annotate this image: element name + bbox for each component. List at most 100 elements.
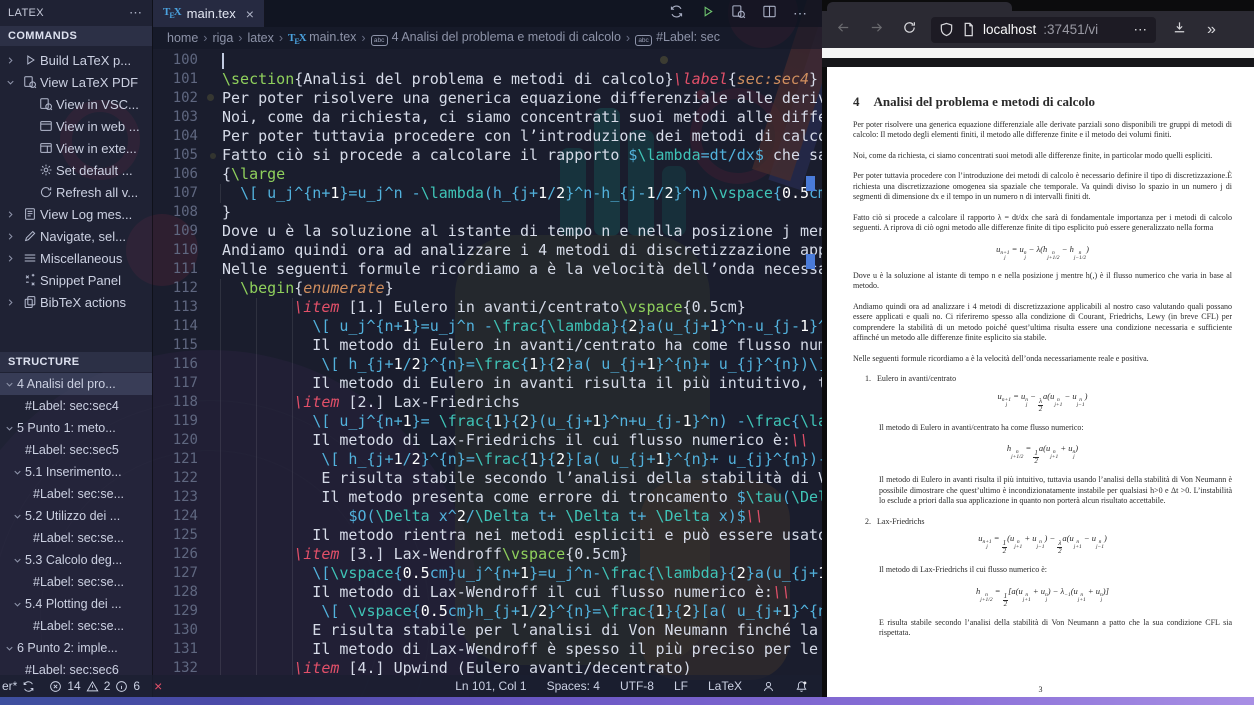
chevron-down-icon[interactable]	[2, 77, 19, 88]
sync-recipe-icon[interactable]	[669, 4, 684, 24]
code-line-120[interactable]: 120 Il metodo di Lax-Friedrichs il cui f…	[153, 431, 822, 450]
code-line-101[interactable]: 101 \section{Analisi del problema e metod…	[153, 70, 822, 89]
code-line-131[interactable]: 131 Il metodo di Lax-Wendroff è spesso i…	[153, 640, 822, 659]
structure-item-5-4-plotting-dei[interactable]: 5.4 Plotting dei ...	[0, 593, 152, 615]
code-line-121[interactable]: 121 \[ h_{j+1/2}^{n}=\frac{1}{2}[a( u_{j…	[153, 450, 822, 469]
sidebar-command-build-latex-p[interactable]: Build LaTeX p...	[0, 49, 152, 71]
code-line-100[interactable]: 100	[153, 51, 822, 70]
tab-main-tex[interactable]: TEX main.tex ×	[153, 0, 265, 27]
tab-close-icon[interactable]: ×	[246, 6, 254, 22]
code-line-123[interactable]: 123 Il metodo presenta come errore di tr…	[153, 488, 822, 507]
forward-icon[interactable]	[869, 20, 884, 40]
sidebar-command-view-in-web[interactable]: View in web ...	[0, 115, 152, 137]
encoding-setting[interactable]: UTF-8	[620, 679, 654, 693]
chevron-down-icon[interactable]	[10, 599, 25, 610]
code-line-110[interactable]: 110 Andiamo quindi ora ad analizzare i 4 …	[153, 241, 822, 260]
chevron-down-icon[interactable]	[10, 555, 25, 566]
breadcrumb-item-label-sec[interactable]: abc #Label: sec	[635, 30, 720, 46]
structure-item-5-1-inserimento[interactable]: 5.1 Inserimento...	[0, 461, 152, 483]
code-line-115[interactable]: 115 Il metodo di Eulero in avanti/centra…	[153, 336, 822, 355]
code-line-105[interactable]: 105 Fatto ciò si procede a calcolare il r…	[153, 146, 822, 165]
chevron-down-icon[interactable]	[2, 643, 17, 654]
code-line-113[interactable]: 113 \item [1.] Eulero in avanti/centrato…	[153, 298, 822, 317]
code-line-124[interactable]: 124 $O(\Delta x^2/\Delta t+ \Delta t+ \D…	[153, 507, 822, 526]
code-line-127[interactable]: 127 \[\vspace{0.5cm}u_j^{n+1}=u_j^n-\fra…	[153, 564, 822, 583]
code-line-109[interactable]: 109 Dove u è la soluzione al istante di t…	[153, 222, 822, 241]
structure-item-5-2-utilizzo-dei[interactable]: 5.2 Utilizzo dei ...	[0, 505, 152, 527]
chevron-down-icon[interactable]	[2, 379, 17, 390]
sidebar-command-set-default[interactable]: Set default ...	[0, 159, 152, 181]
page-info-icon[interactable]	[961, 22, 976, 37]
code-line-102[interactable]: 102 Per poter risolvere una generica equa…	[153, 89, 822, 108]
chevron-down-icon[interactable]	[2, 423, 17, 434]
split-editor-icon[interactable]	[762, 4, 777, 24]
structure-item-label-sec-se[interactable]: #Label: sec:se...	[0, 527, 152, 549]
url-more-icon[interactable]: ⋯	[1134, 22, 1149, 38]
code-line-128[interactable]: 128 Il metodo di Lax-Wendroff il cui flu…	[153, 583, 822, 602]
chevron-right-icon[interactable]	[2, 231, 19, 242]
structure-section-header[interactable]: STRUCTURE	[0, 352, 152, 372]
code-line-116[interactable]: 116 \[ h_{j+1/2}^{n}=\frac{1}{2}a( u_{j+…	[153, 355, 822, 374]
structure-item-label-sec-sec4[interactable]: #Label: sec:sec4	[0, 395, 152, 417]
sidebar-command-refresh-all-v[interactable]: Refresh all v...	[0, 181, 152, 203]
commands-section-header[interactable]: COMMANDS	[0, 26, 152, 46]
reload-icon[interactable]	[902, 20, 917, 40]
structure-item-label-sec-se[interactable]: #Label: sec:se...	[0, 571, 152, 593]
code-line-117[interactable]: 117 Il metodo di Eulero in avanti risult…	[153, 374, 822, 393]
close-indicator[interactable]: ×	[154, 678, 162, 694]
code-line-130[interactable]: 130 E risulta stabile per l’analisi di V…	[153, 621, 822, 640]
code-line-122[interactable]: 122 E risulta stabile secondo l’analisi …	[153, 469, 822, 488]
chevron-down-icon[interactable]	[10, 511, 25, 522]
structure-item-label-sec-se[interactable]: #Label: sec:se...	[0, 615, 152, 637]
more-actions-icon[interactable]: ⋯	[793, 5, 808, 22]
notifications-bell-icon[interactable]	[795, 680, 808, 693]
url-bar[interactable]: localhost:37451/vi ⋯	[931, 16, 1156, 43]
cursor-position[interactable]: Ln 101, Col 1	[455, 679, 526, 693]
sidebar-command-miscellaneous[interactable]: Miscellaneous	[0, 247, 152, 269]
structure-item-5-punto-1-meto[interactable]: 5 Punto 1: meto...	[0, 417, 152, 439]
chevron-right-icon[interactable]	[2, 253, 19, 264]
pdf-page[interactable]: 4 Analisi del problema e metodi di calcol…	[827, 67, 1254, 697]
code-line-112[interactable]: 112 \begin{enumerate}	[153, 279, 822, 298]
breadcrumb-item-latex[interactable]: latex	[247, 31, 273, 45]
feedback-icon[interactable]	[762, 680, 775, 693]
chevron-down-icon[interactable]	[10, 467, 25, 478]
structure-item-label-sec-sec5[interactable]: #Label: sec:sec5	[0, 439, 152, 461]
sidebar-command-view-log-mes[interactable]: View Log mes...	[0, 203, 152, 225]
chevron-right-icon[interactable]	[2, 55, 19, 66]
sidebar-more-icon[interactable]: ⋯	[129, 5, 144, 21]
download-icon[interactable]	[1172, 20, 1187, 40]
sidebar-command-bibtex-actions[interactable]: BibTeX actions	[0, 291, 152, 313]
breadcrumb-item-main-tex[interactable]: TEX main.tex	[288, 30, 356, 46]
browser-tab[interactable]	[827, 2, 1012, 11]
chevron-right-icon[interactable]	[2, 297, 19, 308]
code-line-125[interactable]: 125 Il metodo rientra nei metodi esplici…	[153, 526, 822, 545]
shield-icon[interactable]	[939, 22, 954, 37]
code-line-114[interactable]: 114 \[ u_j^{n+1}=u_j^n -\frac{\lambda}{2…	[153, 317, 822, 336]
sidebar-command-snippet-panel[interactable]: Snippet Panel	[0, 269, 152, 291]
build-latex-icon[interactable]	[700, 4, 715, 24]
git-branch[interactable]: er*	[2, 679, 35, 693]
breadcrumb-item-4-analisi-del-problema-e-metodi-di-calcolo[interactable]: abc 4 Analisi del problema e metodi di ca…	[370, 30, 621, 46]
code-area[interactable]: 100 101 \section{Analisi del problema e me…	[153, 49, 822, 697]
sidebar-command-view-in-vsc[interactable]: View in VSC...	[0, 93, 152, 115]
breadcrumb-item-riga[interactable]: riga	[212, 31, 233, 45]
indentation-setting[interactable]: Spaces: 4	[547, 679, 600, 693]
view-pdf-icon[interactable]	[731, 4, 746, 24]
structure-item-6-punto-2-imple[interactable]: 6 Punto 2: imple...	[0, 637, 152, 659]
code-line-103[interactable]: 103 Noi, come da richiesta, ci siamo conc…	[153, 108, 822, 127]
structure-item-label-sec-se[interactable]: #Label: sec:se...	[0, 483, 152, 505]
code-line-108[interactable]: 108}	[153, 203, 822, 222]
code-line-104[interactable]: 104 Per poter tuttavia procedere con l’in…	[153, 127, 822, 146]
sidebar-command-view-latex-pdf[interactable]: View LaTeX PDF	[0, 71, 152, 93]
language-mode[interactable]: LaTeX	[708, 679, 742, 693]
code-line-118[interactable]: 118 \item [2.] Lax-Friedrichs	[153, 393, 822, 412]
toolbar-overflow-icon[interactable]: »	[1207, 21, 1216, 39]
structure-item-4-analisi-del-pro[interactable]: 4 Analisi del pro...	[0, 373, 152, 395]
structure-item-5-3-calcolo-deg[interactable]: 5.3 Calcolo deg...	[0, 549, 152, 571]
breadcrumb-item-home[interactable]: home	[167, 31, 198, 45]
sidebar-command-navigate-sel[interactable]: Navigate, sel...	[0, 225, 152, 247]
code-line-126[interactable]: 126 \item [3.] Lax-Wendroff\vspace{0.5cm…	[153, 545, 822, 564]
code-line-107[interactable]: 107 \[ u_j^{n+1}=u_j^n -\lambda(h_{j+1/2…	[153, 184, 822, 203]
code-line-111[interactable]: 111 Nelle seguenti formule ricordiamo a è…	[153, 260, 822, 279]
